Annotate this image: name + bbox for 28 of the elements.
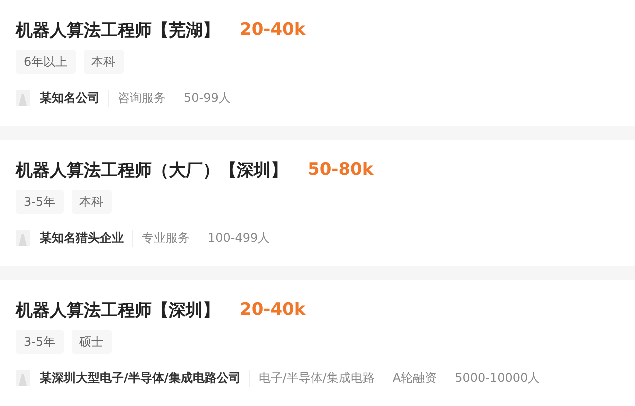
- company-info: 咨询服务: [108, 90, 175, 106]
- job-card[interactable]: 机器人算法工程师【深圳】 20-40k 3-5年 硕士 某深圳大型电子/半导体/集成电路公司 电子/半导体/集成电路 A轮融资 5000-10000人: [0, 280, 635, 406]
- job-title: 机器人算法工程师（大厂）【深圳】: [16, 160, 288, 182]
- salary: 20-40k: [240, 20, 306, 40]
- job-title: 机器人算法工程师【芜湖】: [16, 20, 220, 42]
- job-tag: 本科: [84, 50, 124, 74]
- job-card[interactable]: 机器人算法工程师（大厂）【深圳】 50-80k 3-5年 本科 某知名猎头企业 专业服务 100-499人: [0, 140, 635, 266]
- company-logo-icon: [16, 230, 30, 246]
- job-tag: 6年以上: [16, 50, 76, 74]
- salary: 20-40k: [240, 300, 306, 320]
- company-info: 5000-10000人: [454, 370, 542, 386]
- company-name: 某知名猎头企业: [40, 230, 125, 246]
- job-tag: 3-5年: [16, 330, 64, 354]
- job-tag: 硕士: [72, 330, 112, 354]
- company-info: A轮融资: [392, 370, 438, 386]
- company-logo-icon: [16, 90, 30, 106]
- company-logo-icon: [16, 370, 30, 386]
- company-info: 电子/半导体/集成电路: [248, 370, 384, 386]
- job-tag: 本科: [72, 190, 112, 214]
- company-name: 某深圳大型电子/半导体/集成电路公司: [40, 370, 242, 386]
- job-card[interactable]: 机器人算法工程师【芜湖】 20-40k 6年以上 本科 某知名公司 咨询服务 50-99人: [0, 0, 635, 126]
- company-info: 专业服务: [132, 230, 199, 246]
- company-info: 100-499人: [207, 230, 272, 246]
- salary: 50-80k: [308, 160, 374, 180]
- company-name: 某知名公司: [40, 90, 101, 106]
- job-title: 机器人算法工程师【深圳】: [16, 300, 220, 322]
- company-info: 50-99人: [183, 90, 232, 106]
- job-tag: 3-5年: [16, 190, 64, 214]
